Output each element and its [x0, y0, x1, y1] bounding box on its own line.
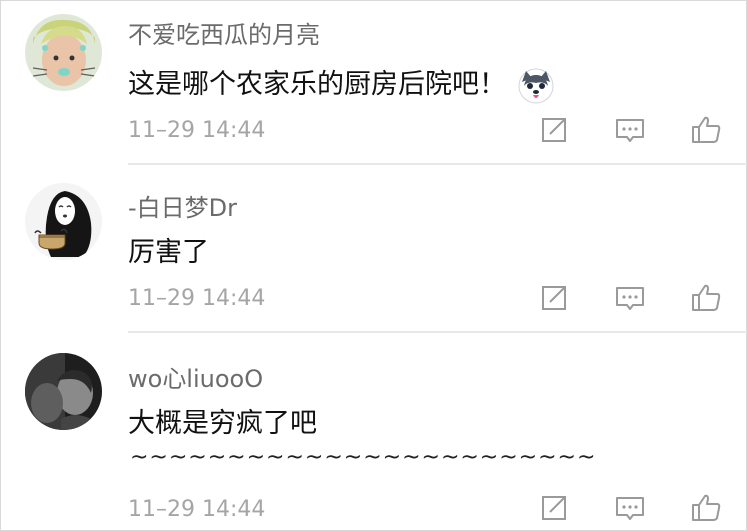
like-button[interactable]	[690, 114, 722, 146]
username[interactable]: 不爱吃西瓜的月亮	[128, 15, 320, 50]
divider	[128, 163, 747, 165]
username[interactable]: -白日梦Dr	[128, 188, 237, 223]
thumbs-up-icon	[692, 284, 721, 311]
comment-text: 这是哪个农家乐的厨房后院吧！	[128, 62, 554, 104]
comment-item: 不爱吃西瓜的月亮 这是哪个农家乐的厨房后院吧！ 11–29 14:44	[0, 0, 747, 165]
comment-text: 厉害了	[128, 237, 209, 268]
username[interactable]: wo心liuooO	[128, 359, 263, 394]
share-button[interactable]	[538, 282, 570, 314]
reply-button[interactable]	[614, 282, 646, 314]
reply-button[interactable]	[614, 492, 646, 524]
comment-item: -白日梦Dr 厉害了 11–29 14:44	[0, 166, 747, 333]
comment-text-content: 这是哪个农家乐的厨房后院吧！	[128, 69, 506, 100]
share-icon	[542, 286, 566, 310]
share-button[interactable]	[538, 492, 570, 524]
thumbs-up-icon	[692, 494, 721, 521]
share-icon	[542, 496, 566, 520]
timestamp: 11–29 14:44	[128, 286, 266, 311]
divider	[128, 331, 747, 333]
avatar[interactable]	[25, 14, 102, 91]
timestamp: 11–29 14:44	[128, 118, 266, 143]
comment-icon	[616, 119, 644, 142]
reply-button[interactable]	[614, 114, 646, 146]
avatar[interactable]	[25, 183, 102, 260]
timestamp: 11–29 14:44	[128, 497, 266, 522]
husky-face-emoji-icon	[518, 68, 554, 104]
comment-icon	[616, 497, 644, 520]
thumbs-up-icon	[692, 116, 721, 143]
like-button[interactable]	[690, 492, 722, 524]
comment-text: 大概是穷疯了吧	[128, 408, 317, 439]
share-icon	[542, 118, 566, 142]
comment-icon	[616, 287, 644, 310]
avatar[interactable]	[25, 353, 102, 430]
comment-item: wo心liuooO 大概是穷疯了吧 ~~~~~~~~~~~~~~~~~~~~~~…	[0, 334, 747, 531]
like-button[interactable]	[690, 282, 722, 314]
comment-text-line2: ~~~~~~~~~~~~~~~~~~~~~~~~	[130, 445, 597, 470]
share-button[interactable]	[538, 114, 570, 146]
